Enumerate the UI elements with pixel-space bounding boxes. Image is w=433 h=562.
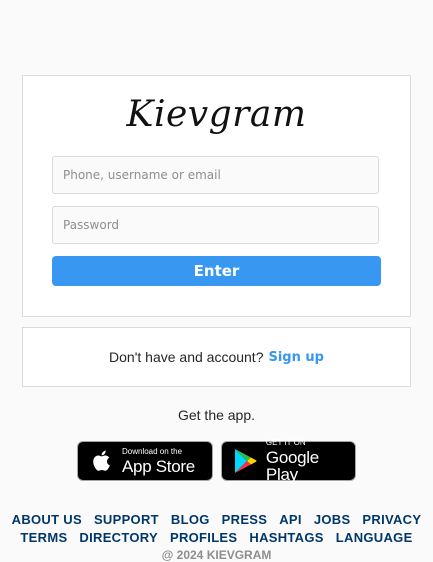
login-card: Kievgram Enter <box>22 75 411 317</box>
google-play-badge[interactable]: GET IT ON Google Play <box>221 438 356 484</box>
footer-link-language[interactable]: LANGUAGE <box>336 530 413 545</box>
footer-link-profiles[interactable]: PROFILES <box>170 530 237 545</box>
footer-link-about-us[interactable]: ABOUT US <box>12 512 82 527</box>
apple-icon <box>88 448 116 474</box>
apple-small-text: Download on the <box>122 446 183 456</box>
footer-link-directory[interactable]: DIRECTORY <box>79 530 158 545</box>
google-play-icon <box>232 448 260 474</box>
footer-link-privacy[interactable]: PRIVACY <box>362 512 421 527</box>
footer-link-terms[interactable]: TERMS <box>20 530 67 545</box>
footer-links-secondary: TERMS DIRECTORY PROFILES HASHTAGS LANGUA… <box>0 530 433 545</box>
footer-link-press[interactable]: PRESS <box>222 512 268 527</box>
identifier-input[interactable] <box>52 156 379 194</box>
password-input[interactable] <box>52 206 379 244</box>
apple-big-text: App Store <box>122 456 195 476</box>
enter-button[interactable]: Enter <box>52 256 381 286</box>
signup-card: Don't have and account? Sign up <box>22 327 411 387</box>
footer-link-api[interactable]: API <box>279 512 302 527</box>
google-small-text: GET IT ON <box>265 438 306 447</box>
get-app-text: Get the app. <box>177 407 256 423</box>
signup-link[interactable]: Sign up <box>268 350 323 365</box>
signup-prompt: Don't have and account? <box>109 349 264 365</box>
footer-link-support[interactable]: SUPPORT <box>94 512 159 527</box>
footer-link-jobs[interactable]: JOBS <box>314 512 351 527</box>
google-big-text: Google Play <box>265 448 319 484</box>
kievgram-logo: Kievgram <box>126 94 307 135</box>
footer-link-hashtags[interactable]: HASHTAGS <box>249 530 323 545</box>
footer-links-primary: ABOUT US SUPPORT BLOG PRESS API JOBS PRI… <box>0 512 433 527</box>
footer-link-blog[interactable]: BLOG <box>171 512 210 527</box>
app-store-badge[interactable]: Download on the App Store <box>77 441 213 481</box>
